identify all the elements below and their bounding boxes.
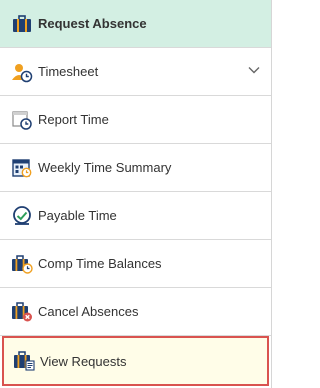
calendar-clock-icon (11, 109, 33, 131)
briefcase-cancel-icon (11, 301, 33, 323)
absence-menu: Request Absence Timesheet Report Time We… (0, 0, 272, 388)
menu-item-request-absence[interactable]: Request Absence (0, 0, 271, 48)
calendar-grid-icon (11, 157, 33, 179)
menu-item-timesheet[interactable]: Timesheet (0, 48, 271, 96)
menu-item-cancel-absences[interactable]: Cancel Absences (0, 288, 271, 336)
menu-item-comp-time-balances[interactable]: Comp Time Balances (0, 240, 271, 288)
briefcase-list-icon (13, 350, 35, 372)
menu-item-label: Payable Time (38, 208, 117, 223)
menu-item-label: Report Time (38, 112, 109, 127)
menu-item-payable-time[interactable]: Payable Time (0, 192, 271, 240)
menu-item-view-requests[interactable]: View Requests (2, 336, 269, 386)
payable-clock-icon (11, 205, 33, 227)
menu-item-weekly-time-summary[interactable]: Weekly Time Summary (0, 144, 271, 192)
menu-item-label: View Requests (40, 353, 127, 369)
menu-item-label: Cancel Absences (38, 304, 139, 319)
briefcase-icon (11, 13, 33, 35)
chevron-down-icon[interactable] (247, 63, 261, 77)
menu-item-label: Weekly Time Summary (38, 160, 172, 175)
menu-item-label: Request Absence (38, 16, 147, 31)
menu-item-label: Comp Time Balances (38, 256, 162, 271)
briefcase-clock-icon (11, 253, 33, 275)
person-clock-icon (11, 61, 33, 83)
menu-item-report-time[interactable]: Report Time (0, 96, 271, 144)
menu-item-label: Timesheet (38, 64, 99, 79)
